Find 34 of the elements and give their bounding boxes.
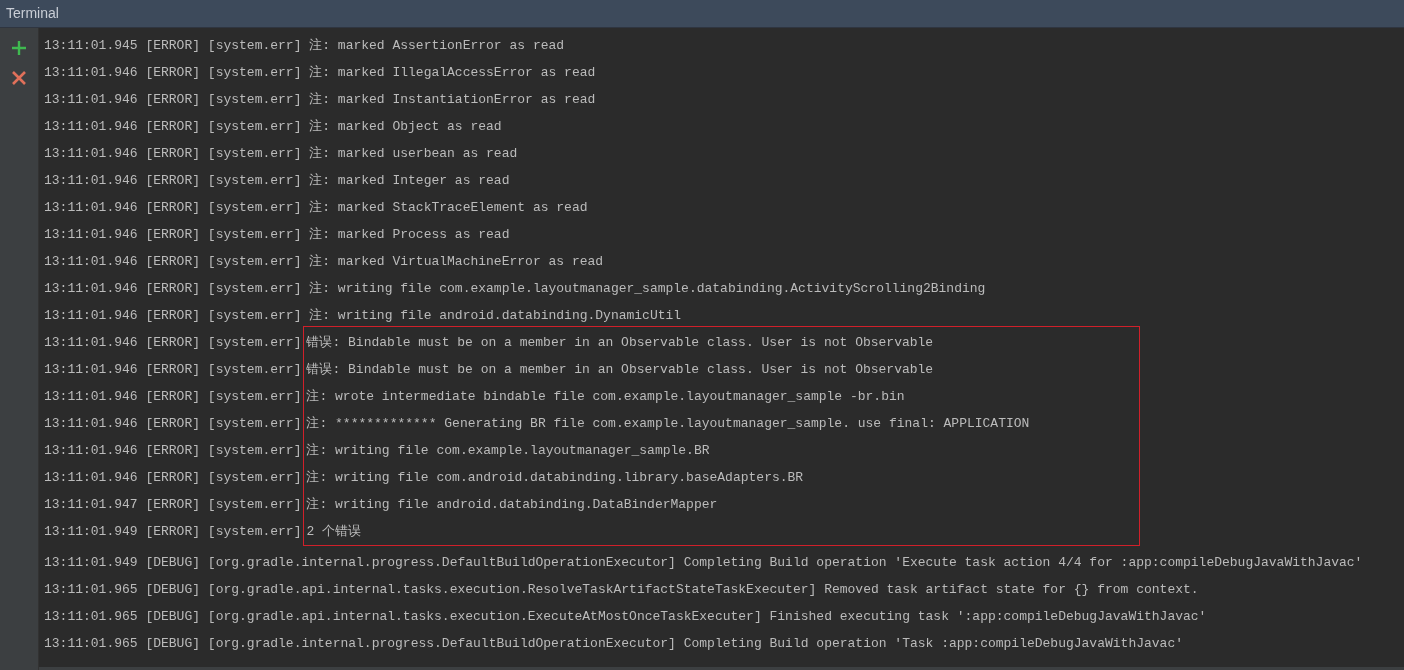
log-line: 13:11:01.945 [ERROR] [system.err] 注: marked AssertionError as read	[44, 37, 565, 55]
log-line: 13:11:01.946 [ERROR] [system.err] 注: marked IllegalAccessError as read	[44, 64, 596, 82]
log-line: 13:11:01.946 [ERROR] [system.err] 注: marked InstantiationError as read	[44, 91, 596, 109]
log-prefix: 13:11:01.946 [ERROR] [system.err]	[44, 442, 302, 460]
log-line: 13:11:01.965 [DEBUG] [org.gradle.api.internal.tasks.execution.ExecuteAtMostOnceTaskExecuter] Finished executing task ':app:compileDebugJavaWithJavac'	[44, 608, 1207, 626]
log-line: 13:11:01.965 [DEBUG] [org.gradle.api.internal.tasks.execution.ResolveTaskArtifactStateTaskExecuter] Removed task artifact state for {} from context.	[44, 581, 1199, 599]
log-line: 13:11:01.946 [ERROR] [system.err] 注: marked userbean as read	[44, 145, 518, 163]
log-message: 注: ************* Generating BR file com.example.layoutmanager_sample. use final: APPLICATION	[306, 415, 1030, 433]
log-prefix: 13:11:01.946 [ERROR] [system.err]	[44, 361, 302, 379]
log-line: 13:11:01.946 [ERROR] [system.err] 注: marked Process as read	[44, 226, 510, 244]
log-prefix: 13:11:01.946 [ERROR] [system.err]	[44, 415, 302, 433]
log-prefix: 13:11:01.949 [ERROR] [system.err]	[44, 523, 302, 541]
log-message: 注: writing file android.databinding.DataBinderMapper	[306, 496, 718, 514]
log-message: 注: writing file com.example.layoutmanager_sample.BR	[306, 442, 710, 460]
log-line: 13:11:01.946 [ERROR] [system.err] 注: marked StackTraceElement as read	[44, 199, 588, 217]
log-line: 13:11:01.965 [DEBUG] [org.gradle.internal.progress.DefaultBuildOperationExecutor] Completing Build operation 'Task :app:compileDebugJavaWithJavac'	[44, 635, 1183, 653]
log-line: 13:11:01.946 [ERROR] [system.err] 注: writing file com.example.layoutmanager_sample.databinding.ActivityScrolling2Binding	[44, 280, 986, 298]
log-message: 错误: Bindable must be on a member in an Observable class. User is not Observable	[306, 361, 934, 379]
panel-title: Terminal	[6, 4, 59, 23]
log-message: 错误: Bindable must be on a member in an Observable class. User is not Observable	[306, 334, 934, 352]
close-icon	[11, 70, 27, 86]
log-prefix: 13:11:01.946 [ERROR] [system.err]	[44, 388, 302, 406]
log-line: 13:11:01.946 [ERROR] [system.err] 注: writing file android.databinding.DynamicUtil	[44, 307, 682, 325]
log-line: 13:11:01.949 [DEBUG] [org.gradle.internal.progress.DefaultBuildOperationExecutor] Completing Build operation 'Execute task action 4/4 for :app:compileDebugJavaWithJavac'	[44, 554, 1363, 572]
log-prefix: 13:11:01.946 [ERROR] [system.err]	[44, 334, 302, 352]
log-message: 注: writing file com.android.databinding.library.baseAdapters.BR	[306, 469, 804, 487]
plus-icon	[11, 40, 27, 56]
log-message: 2 个错误	[306, 523, 362, 541]
log-message: 注: wrote intermediate bindable file com.example.layoutmanager_sample -br.bin	[306, 388, 905, 406]
log-prefix: 13:11:01.947 [ERROR] [system.err]	[44, 496, 302, 514]
log-prefix: 13:11:01.946 [ERROR] [system.err]	[44, 469, 302, 487]
log-line: 13:11:01.946 [ERROR] [system.err] 注: marked Object as read	[44, 118, 502, 136]
log-line: 13:11:01.946 [ERROR] [system.err] 注: marked Integer as read	[44, 172, 510, 190]
log-line: 13:11:01.946 [ERROR] [system.err] 注: marked VirtualMachineError as read	[44, 253, 604, 271]
